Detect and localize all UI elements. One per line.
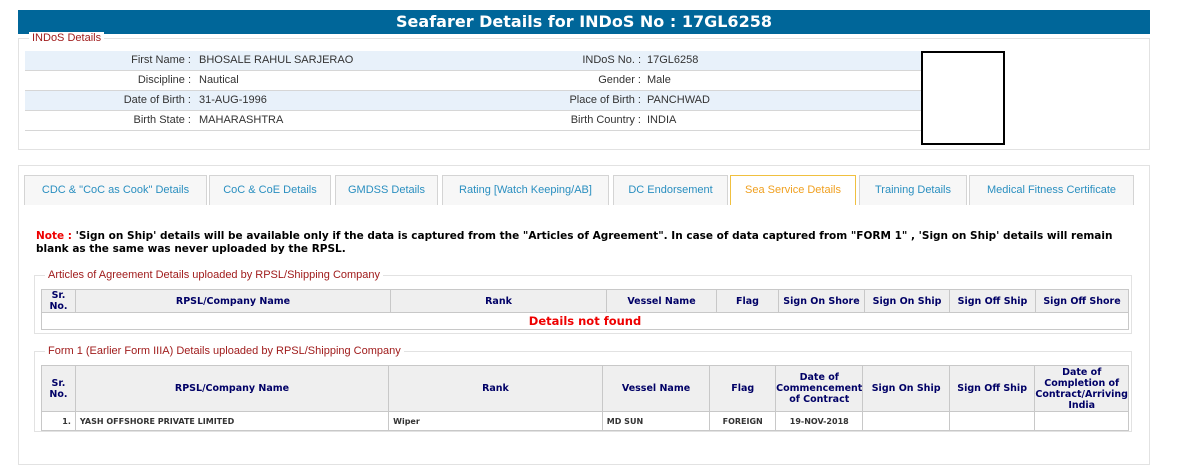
cell-completion <box>1034 411 1129 431</box>
label: Birth State : <box>133 114 191 126</box>
value: PANCHWAD <box>647 94 710 106</box>
tab-dc-endorsement[interactable]: DC Endorsement <box>613 175 728 205</box>
note-text: 'Sign on Ship' details will be available… <box>36 230 1113 255</box>
form1-legend: Form 1 (Earlier Form IIIA) Details uploa… <box>45 345 404 358</box>
detail-row: Date of Birth : 31-AUG-1996 Place of Birt… <box>25 91 921 111</box>
cell-sign-on-ship <box>862 411 950 431</box>
label: Place of Birth : <box>569 94 641 106</box>
col-flag: Flag <box>709 365 777 412</box>
detail-row: First Name : BHOSALE RAHUL SARJERAO INDoS… <box>25 51 921 71</box>
tab-sea-service-details[interactable]: Sea Service Details <box>730 175 856 205</box>
col-sign-on-shore: Sign On Shore <box>778 289 865 313</box>
cell-sign-off-ship <box>948 411 1036 431</box>
cell-sr-no: 1. <box>41 411 76 431</box>
tab-medical-fitness[interactable]: Medical Fitness Certificate <box>969 175 1134 205</box>
label: Birth Country : <box>570 114 641 126</box>
col-completion: Date of Completion of Contract/Arriving … <box>1034 365 1129 412</box>
tab-gmdss-details[interactable]: GMDSS Details <box>335 175 438 205</box>
articles-legend: Articles of Agreement Details uploaded b… <box>45 269 384 282</box>
articles-table: Sr. No. RPSL/Company Name Rank Vessel Na… <box>41 289 1129 330</box>
articles-fieldset: Articles of Agreement Details uploaded b… <box>34 269 1132 334</box>
value: Male <box>647 74 671 86</box>
col-flag: Flag <box>716 289 779 313</box>
note: Note : 'Sign on Ship' details will be av… <box>36 230 1126 256</box>
cell-rank: Wiper <box>388 411 603 431</box>
col-sr-no: Sr. No. <box>41 289 76 313</box>
form1-fieldset: Form 1 (Earlier Form IIIA) Details uploa… <box>34 345 1132 432</box>
label: Gender : <box>598 74 641 86</box>
cell-company: YASH OFFSHORE PRIVATE LIMITED <box>74 411 390 431</box>
label: Discipline : <box>137 74 191 86</box>
col-sr-no: Sr. No. <box>41 365 76 412</box>
value: BHOSALE RAHUL SARJERAO <box>199 54 354 66</box>
detail-row: Discipline : Nautical Gender : Male <box>25 71 921 91</box>
label: INDoS No. : <box>582 54 641 66</box>
value: 17GL6258 <box>647 54 699 66</box>
col-sign-on-ship: Sign On Ship <box>864 289 950 313</box>
table-row: 1. YASH OFFSHORE PRIVATE LIMITED Wiper M… <box>41 411 1129 431</box>
tab-panel: CDC & "CoC as Cook" Details CoC & CoE De… <box>18 165 1150 465</box>
col-rank: Rank <box>390 289 607 313</box>
tab-rating[interactable]: Rating [Watch Keeping/AB] <box>442 175 609 205</box>
tab-cdc-details[interactable]: CDC & "CoC as Cook" Details <box>24 175 207 205</box>
col-company: RPSL/Company Name <box>75 289 391 313</box>
value: MAHARASHTRA <box>199 114 284 126</box>
detail-row: Birth State : MAHARASHTRA Birth Country :… <box>25 111 921 131</box>
value: 31-AUG-1996 <box>199 94 267 106</box>
col-sign-off-ship: Sign Off Ship <box>949 289 1036 313</box>
page-title: Seafarer Details for INDoS No : 17GL6258 <box>18 10 1150 34</box>
col-rank: Rank <box>388 365 603 412</box>
tab-training-details[interactable]: Training Details <box>859 175 967 205</box>
indos-details-legend: INDoS Details <box>29 32 105 45</box>
col-company: RPSL/Company Name <box>74 365 390 412</box>
seafarer-photo <box>921 51 1005 145</box>
cell-vessel: MD SUN <box>601 411 711 431</box>
col-sign-off-ship: Sign Off Ship <box>948 365 1036 412</box>
cell-flag: FOREIGN <box>709 411 777 431</box>
col-sign-off-shore: Sign Off Shore <box>1035 289 1129 313</box>
col-sign-on-ship: Sign On Ship <box>862 365 950 412</box>
col-vessel: Vessel Name <box>606 289 717 313</box>
col-commencement: Date of Commencement of Contract <box>775 365 864 412</box>
details-not-found: Details not found <box>41 312 1129 330</box>
cell-commencement: 19-NOV-2018 <box>775 411 864 431</box>
label: First Name : <box>131 54 191 66</box>
value: INDIA <box>647 114 677 126</box>
note-label: Note : <box>36 230 72 242</box>
label: Date of Birth : <box>123 94 191 106</box>
tab-coc-coe-details[interactable]: CoC & CoE Details <box>209 175 331 205</box>
indos-details-fieldset: INDoS Details First Name : BHOSALE RAHUL … <box>18 32 1150 150</box>
value: Nautical <box>199 74 239 86</box>
form1-table: Sr. No. RPSL/Company Name Rank Vessel Na… <box>41 365 1129 431</box>
col-vessel: Vessel Name <box>601 365 711 412</box>
